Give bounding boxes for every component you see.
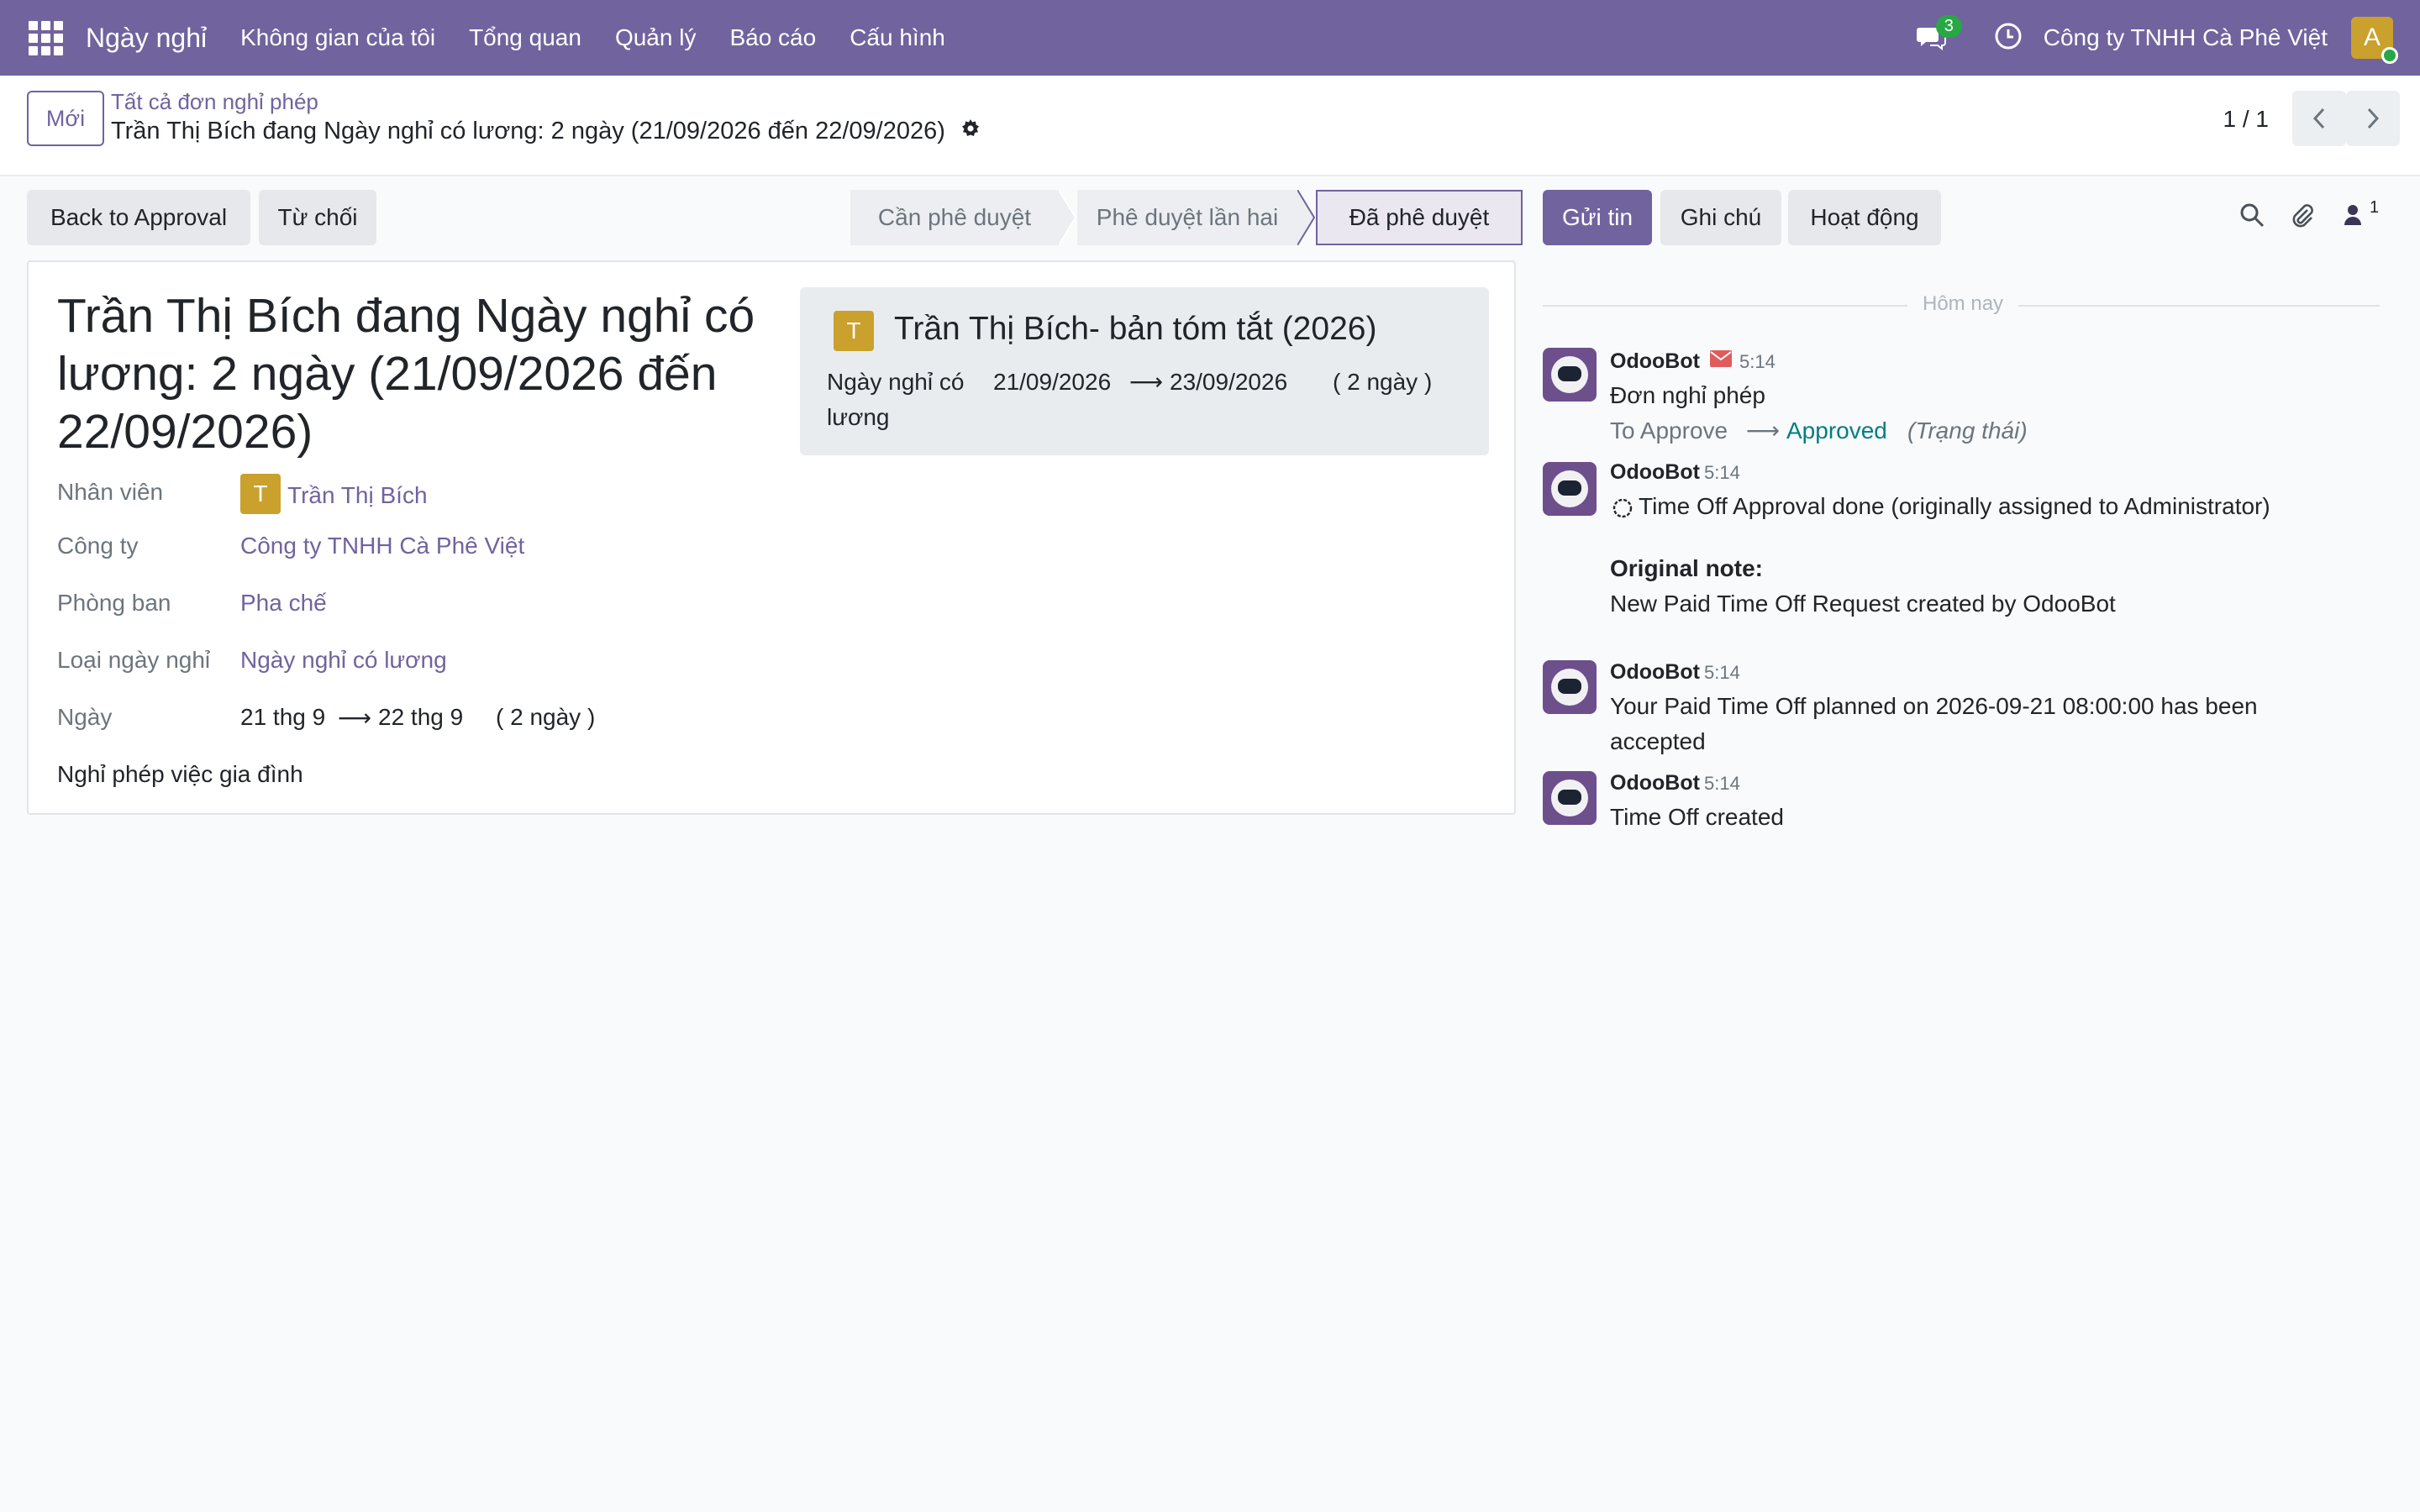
message-time: 5:14 — [1704, 773, 1740, 794]
gear-icon[interactable] — [960, 118, 981, 145]
menu-reporting[interactable]: Báo cáo — [729, 24, 816, 51]
pager-value[interactable]: 1 / 1 — [2223, 106, 2269, 133]
odoobot-avatar — [1543, 462, 1597, 516]
stage-approved[interactable]: Đã phê duyệt — [1316, 190, 1523, 245]
breadcrumb-current: Trần Thị Bích đang Ngày nghỉ có lương: 2… — [111, 118, 981, 145]
status-bar: Cần phê duyệt Phê duyệt lần hai Đã phê d… — [850, 190, 1523, 245]
message-time: 5:14 — [1704, 662, 1740, 683]
message-author[interactable]: OdooBot — [1610, 660, 1700, 685]
send-message-button[interactable]: Gửi tin — [1543, 190, 1652, 245]
log-note-button[interactable]: Ghi chú — [1660, 190, 1781, 245]
tracking-arrow-icon: ⟶ — [1746, 417, 1781, 444]
summary-title: Trần Thị Bích- bản tóm tắt (2026) — [894, 311, 1377, 347]
message-author[interactable]: OdooBot — [1610, 771, 1700, 795]
search-icon[interactable] — [2238, 202, 2265, 233]
menu-my-space[interactable]: Không gian của tôi — [240, 24, 435, 51]
stage-to-approve[interactable]: Cần phê duyệt — [850, 190, 1059, 245]
odoobot-avatar — [1543, 348, 1597, 402]
apps-menu-icon[interactable] — [27, 19, 64, 56]
message-body: Đơn nghỉ phép — [1610, 382, 1765, 408]
app-name[interactable]: Ngày nghỉ — [86, 23, 207, 54]
message-time: 5:14 — [1739, 351, 1776, 372]
original-note-text: New Paid Time Off Request created by Odo… — [1610, 591, 2116, 617]
back-to-approval-button[interactable]: Back to Approval — [27, 190, 250, 245]
allocation-summary-card[interactable]: T Trần Thị Bích- bản tóm tắt (2026) Ngày… — [800, 287, 1489, 455]
leave-type-label: Loại ngày nghỉ — [57, 647, 211, 673]
summary-duration: ( 2 ngày ) — [1333, 369, 1433, 395]
date-arrow-icon: ⟶ — [338, 705, 372, 731]
message-author[interactable]: OdooBot — [1610, 460, 1700, 485]
followers-icon[interactable] — [2343, 202, 2363, 233]
chevron-left-icon — [2312, 108, 2325, 129]
new-button[interactable]: Mới — [27, 91, 104, 146]
company-switcher[interactable]: Công ty TNHH Cà Phê Việt — [2044, 24, 2328, 51]
employee-label: Nhân viên — [57, 479, 164, 505]
employee-avatar: T — [240, 474, 281, 514]
original-note-label: Original note: — [1610, 555, 1763, 581]
chevron-right-icon — [2367, 108, 2380, 129]
employee-field[interactable]: Trần Thị Bích — [287, 482, 428, 509]
stage-second-approval[interactable]: Phê duyệt lần hai — [1077, 190, 1297, 245]
summary-date-to: 23/09/2026 — [1170, 369, 1288, 395]
message-body: Time Off created — [1610, 804, 1784, 830]
summary-leave-type: Ngày nghỉ có lương — [827, 369, 965, 430]
stage-separator-icon — [1059, 190, 1077, 245]
summary-date-from: 21/09/2026 — [993, 369, 1112, 395]
message-body: Your Paid Time Off planned on 2026-09-21… — [1610, 693, 2258, 754]
summary-avatar: T — [834, 311, 874, 351]
tracking-new-value: Approved — [1786, 417, 1887, 444]
form-sheet: Trần Thị Bích đang Ngày nghỉ có lương: 2… — [27, 260, 1516, 815]
company-field[interactable]: Công ty TNHH Cà Phê Việt — [240, 533, 524, 559]
record-title: Trần Thị Bích đang Ngày nghỉ có lương: 2… — [57, 289, 755, 459]
online-status-dot — [2381, 47, 2398, 64]
tracking-field-name: (Trạng thái) — [1907, 417, 2028, 444]
message-author[interactable]: OdooBot — [1610, 349, 1700, 374]
department-field[interactable]: Pha chế — [240, 590, 327, 617]
breadcrumb-current-label: Trần Thị Bích đang Ngày nghỉ có lương: 2… — [111, 118, 945, 144]
breadcrumb-parent[interactable]: Tất cả đơn nghỉ phép — [111, 89, 318, 115]
leave-type-field[interactable]: Ngày nghỉ có lương — [240, 647, 447, 674]
activities-button[interactable]: Hoạt động — [1788, 190, 1941, 245]
menu-management[interactable]: Quản lý — [615, 24, 697, 51]
paperclip-icon[interactable] — [2289, 202, 2316, 233]
stage-separator-icon — [1297, 190, 1316, 245]
description-field[interactable]: Nghỉ phép việc gia đình — [57, 761, 303, 788]
pager-previous-button[interactable] — [2292, 91, 2346, 146]
tracking-old-value: To Approve — [1610, 417, 1728, 444]
envelope-icon — [1709, 349, 1733, 372]
menu-overview[interactable]: Tổng quan — [469, 24, 581, 51]
user-avatar-letter: A — [2363, 24, 2381, 51]
user-avatar[interactable]: A — [2351, 17, 2398, 64]
messages-count-badge: 3 — [1935, 15, 1962, 38]
date-label: Ngày — [57, 704, 113, 730]
messages-icon[interactable]: 3 — [1916, 15, 1962, 51]
odoobot-avatar — [1543, 771, 1597, 825]
menu-configuration[interactable]: Cấu hình — [850, 24, 945, 51]
activity-done-icon — [1610, 496, 1635, 525]
duration-value: ( 2 ngày ) — [496, 704, 596, 730]
summary-arrow-icon: ⟶ — [1129, 369, 1164, 395]
odoobot-avatar — [1543, 660, 1597, 714]
date-from-field[interactable]: 21 thg 9 — [240, 704, 325, 731]
company-label: Công ty — [57, 533, 139, 559]
today-label: Hôm nay — [1907, 292, 2019, 316]
top-navbar: Ngày nghỉ Không gian của tôi Tổng quan Q… — [0, 0, 2420, 76]
message-body: Time Off Approval done (originally assig… — [1639, 493, 2270, 519]
refuse-button[interactable]: Từ chối — [259, 190, 376, 245]
activity-clock-icon[interactable] — [1993, 21, 2023, 55]
pager-next-button[interactable] — [2346, 91, 2400, 146]
department-label: Phòng ban — [57, 590, 171, 616]
date-to-field[interactable]: 22 thg 9 — [378, 704, 463, 731]
control-panel: Mới Tất cả đơn nghỉ phép Trần Thị Bích đ… — [0, 76, 2420, 176]
message-time: 5:14 — [1704, 462, 1740, 483]
followers-count: 1 — [2370, 198, 2380, 217]
